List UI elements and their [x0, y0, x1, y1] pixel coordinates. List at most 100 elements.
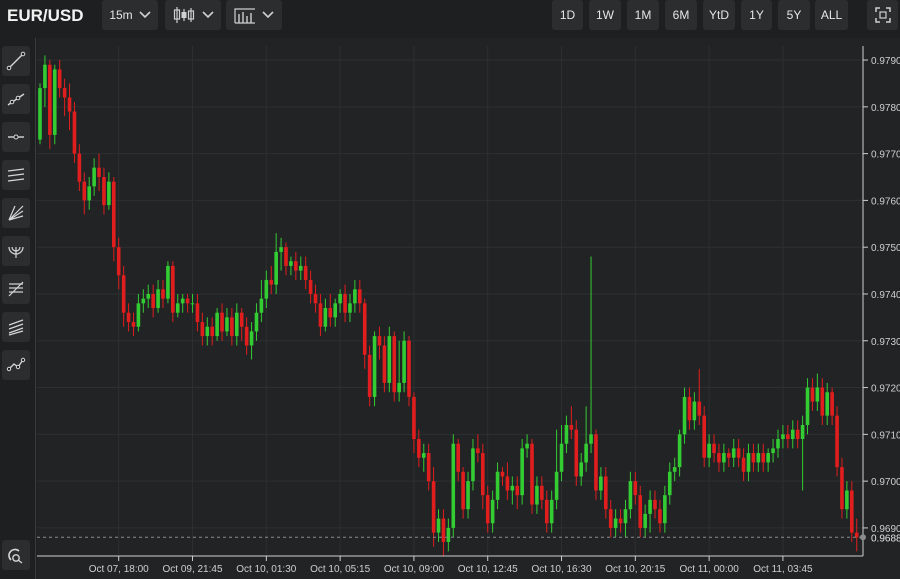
candle-body: [820, 387, 825, 416]
candle-body: [672, 467, 677, 472]
candle-body: [289, 261, 293, 266]
candle-body: [564, 424, 569, 444]
candle-body: [67, 97, 72, 112]
chevron-down-icon: [262, 11, 274, 19]
candle-body: [230, 317, 234, 337]
candle-body: [328, 308, 333, 318]
pitchfork-icon: [8, 319, 24, 336]
y-tick-label: 0.9780: [871, 103, 900, 114]
fib-arcs-tool[interactable]: [2, 236, 30, 266]
chart-type-select[interactable]: [165, 0, 221, 30]
path-tool[interactable]: [2, 350, 30, 380]
candle: [387, 326, 392, 393]
candlestick-chart[interactable]: 0.9790 0.9780 0.9770 0.9760 0.9750 0.9740 0.97…: [37, 38, 900, 579]
candle-body: [835, 415, 839, 468]
candle-body: [638, 495, 643, 528]
candle-body: [687, 396, 692, 421]
candle-body: [175, 303, 180, 313]
candle-body: [205, 326, 210, 337]
candle: [594, 429, 598, 500]
candle-body: [830, 392, 834, 416]
candle-body: [653, 499, 657, 510]
candle-body: [840, 467, 844, 510]
candle-body: [239, 312, 244, 327]
y-tick-label: 0.9770: [871, 150, 900, 161]
range-1m-button[interactable]: 1M: [627, 0, 659, 30]
candle-body: [244, 326, 249, 346]
parallel-channel-tool[interactable]: [2, 160, 30, 190]
fib-fan-tool[interactable]: [2, 198, 30, 228]
candle-body: [269, 279, 274, 285]
range-1w-button[interactable]: 1W: [589, 0, 621, 30]
candle-body: [303, 265, 308, 280]
fullscreen-button[interactable]: [867, 0, 898, 30]
fib-retracement-tool[interactable]: [2, 274, 30, 304]
candle-body: [77, 153, 82, 182]
candle-body: [294, 261, 298, 271]
candle: [407, 336, 411, 407]
ray-tool[interactable]: [2, 84, 30, 114]
candle-body: [697, 401, 702, 416]
range-1d-button[interactable]: 1D: [552, 0, 583, 30]
chart-area[interactable]: 0.9790 0.9780 0.9770 0.9760 0.9750 0.9740 0.97…: [37, 38, 900, 579]
candle-body: [180, 298, 185, 304]
candle-body: [407, 340, 411, 397]
candle-body: [161, 289, 165, 299]
candle-body: [702, 415, 706, 458]
candle-body: [781, 434, 785, 440]
candle: [451, 434, 456, 538]
candle-body: [254, 312, 259, 332]
candle-body: [766, 453, 770, 463]
candle-body: [436, 518, 441, 533]
candle-body: [249, 331, 254, 346]
candle-body: [308, 279, 313, 294]
candle-body: [481, 453, 485, 496]
candle: [52, 64, 57, 145]
range-ytd-button[interactable]: YtD: [703, 0, 735, 30]
candle-body: [535, 485, 539, 505]
x-tick-label: Oct 10, 05:15: [310, 564, 370, 575]
candle-body: [107, 181, 111, 206]
candle-body: [466, 481, 470, 510]
chevron-down-icon: [202, 11, 214, 19]
drawing-toolbar: [0, 38, 36, 579]
range-1y-button[interactable]: 1Y: [741, 0, 772, 30]
candle-body: [628, 481, 633, 510]
candle-body: [220, 312, 224, 332]
interval-select[interactable]: 15m: [102, 0, 158, 30]
candle-body: [72, 111, 77, 154]
candle-body: [515, 485, 520, 496]
candle-body: [417, 439, 421, 458]
candle-body: [87, 186, 91, 201]
candle: [372, 331, 377, 407]
candle-body: [530, 443, 534, 505]
y-tick-label: 0.9790: [871, 56, 900, 67]
candle-body: [722, 453, 726, 463]
candle-body: [456, 443, 460, 472]
range-6m-button[interactable]: 6M: [665, 0, 697, 30]
candle-body: [731, 448, 736, 458]
candle-body: [461, 471, 465, 510]
candle-body: [431, 481, 436, 533]
magnet-tool[interactable]: [2, 540, 30, 570]
candle-body: [692, 401, 697, 421]
candle-body: [131, 322, 136, 327]
y-tick-label: 0.9750: [871, 243, 900, 254]
y-tick-label: 0.9760: [871, 196, 900, 207]
candle-body: [225, 317, 229, 332]
trend-line-tool[interactable]: [2, 46, 30, 76]
candle-body: [343, 293, 347, 313]
horizontal-line-tool[interactable]: [2, 122, 30, 152]
candle-body: [786, 434, 790, 440]
candle-body: [151, 293, 155, 309]
range-5y-button[interactable]: 5Y: [778, 0, 810, 30]
range-all-button[interactable]: ALL: [815, 0, 848, 30]
candle-body: [505, 476, 510, 491]
candle-body: [677, 434, 682, 468]
indicators-icon: [234, 8, 255, 24]
pitchfork-tool[interactable]: [2, 312, 30, 342]
indicators-select[interactable]: [226, 0, 282, 30]
candle-body: [485, 495, 490, 524]
horizontal-line-icon: [8, 134, 24, 140]
symbol-title[interactable]: EUR/USD: [7, 6, 84, 26]
